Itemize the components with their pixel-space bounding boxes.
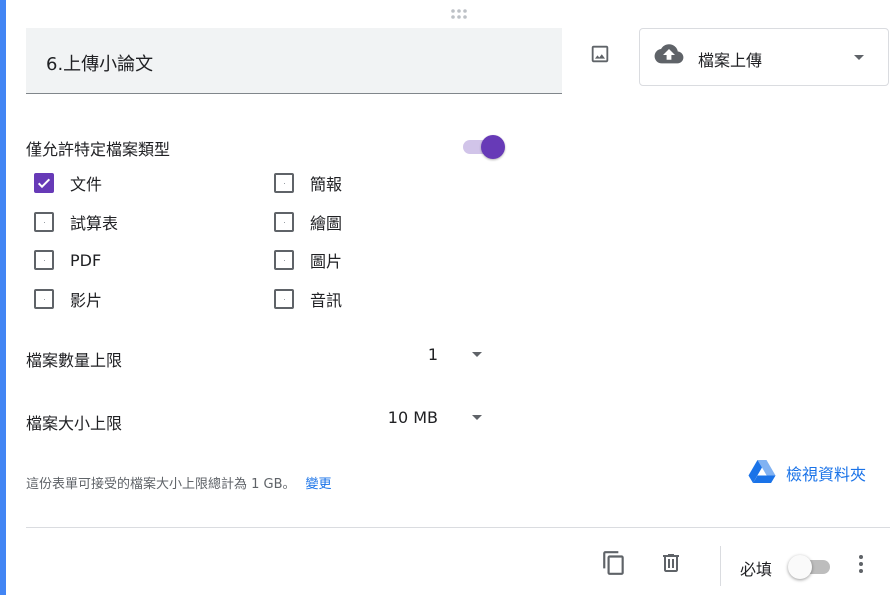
max-files-dropdown[interactable]: 1 (380, 344, 490, 368)
file-type-option[interactable]: 試算表 (34, 210, 118, 234)
view-folder-link[interactable]: 檢視資料夾 (748, 459, 866, 487)
file-type-option[interactable]: 簡報 (274, 171, 342, 195)
max-size-value: 10 MB (387, 408, 438, 427)
check-icon (37, 178, 51, 189)
file-type-restriction-label: 僅允許特定檔案類型 (26, 140, 171, 159)
checkbox[interactable] (34, 212, 54, 232)
question-type-select[interactable]: 檔案上傳 (639, 28, 889, 86)
checkbox[interactable] (274, 250, 294, 270)
max-files-value: 1 (427, 345, 438, 364)
cloud-upload-icon (654, 43, 684, 71)
file-type-option[interactable]: 文件 (34, 171, 102, 195)
checkbox[interactable] (274, 173, 294, 193)
file-type-option-label: 文件 (70, 175, 103, 194)
copy-icon (603, 551, 624, 575)
change-limit-link[interactable]: 變更 (306, 477, 332, 492)
file-type-option-label: 試算表 (70, 214, 119, 233)
toggle-knob (788, 555, 812, 579)
file-type-option[interactable]: 圖片 (274, 248, 342, 272)
question-title-text[interactable]: 6.上傳小論文 (46, 50, 153, 76)
file-type-option-label: 圖片 (310, 252, 343, 271)
file-type-option[interactable]: 影片 (34, 287, 102, 311)
chevron-down-icon (472, 352, 482, 357)
question-title-field[interactable]: 6.上傳小論文 (26, 28, 562, 94)
file-type-option[interactable]: 繪圖 (274, 210, 342, 234)
toggle-knob (481, 135, 505, 159)
checkbox[interactable] (34, 250, 54, 270)
file-type-option-label: 繪圖 (310, 214, 343, 233)
question-type-label: 檔案上傳 (698, 51, 763, 70)
file-type-option-label: 簡報 (310, 175, 343, 194)
trash-icon (663, 554, 679, 572)
checkbox[interactable] (34, 289, 54, 309)
image-icon (591, 45, 609, 63)
chevron-down-icon (472, 415, 482, 420)
active-card-indicator (0, 0, 6, 595)
chevron-down-icon (854, 55, 864, 60)
checkbox-checked[interactable] (34, 173, 54, 193)
file-type-option-label: 影片 (70, 291, 103, 310)
file-type-option-label: PDF (70, 250, 102, 270)
size-limit-note-text: 這份表單可接受的檔案大小上限總計為 1 GB。 (26, 477, 296, 492)
footer-separator (720, 546, 721, 586)
file-type-option[interactable]: PDF (34, 248, 101, 272)
size-limit-note: 這份表單可接受的檔案大小上限總計為 1 GB。 變更 (26, 473, 332, 492)
delete-button[interactable] (655, 547, 687, 579)
max-size-dropdown[interactable]: 10 MB (380, 407, 490, 431)
duplicate-button[interactable] (598, 547, 630, 579)
required-toggle[interactable] (788, 554, 834, 580)
file-type-option-label: 音訊 (310, 291, 343, 310)
more-options-icon[interactable] (850, 550, 872, 578)
drag-handle-icon[interactable] (450, 6, 470, 19)
checkbox[interactable] (274, 212, 294, 232)
add-image-button[interactable] (584, 38, 616, 70)
google-drive-icon (748, 459, 776, 487)
view-folder-label: 檢視資料夾 (786, 465, 867, 484)
checkbox[interactable] (274, 289, 294, 309)
file-type-restriction-toggle[interactable] (461, 134, 507, 160)
max-files-label: 檔案數量上限 (26, 351, 123, 370)
required-label: 必填 (740, 560, 773, 579)
max-size-label: 檔案大小上限 (26, 414, 123, 433)
file-type-option[interactable]: 音訊 (274, 287, 342, 311)
footer-divider (26, 527, 890, 528)
